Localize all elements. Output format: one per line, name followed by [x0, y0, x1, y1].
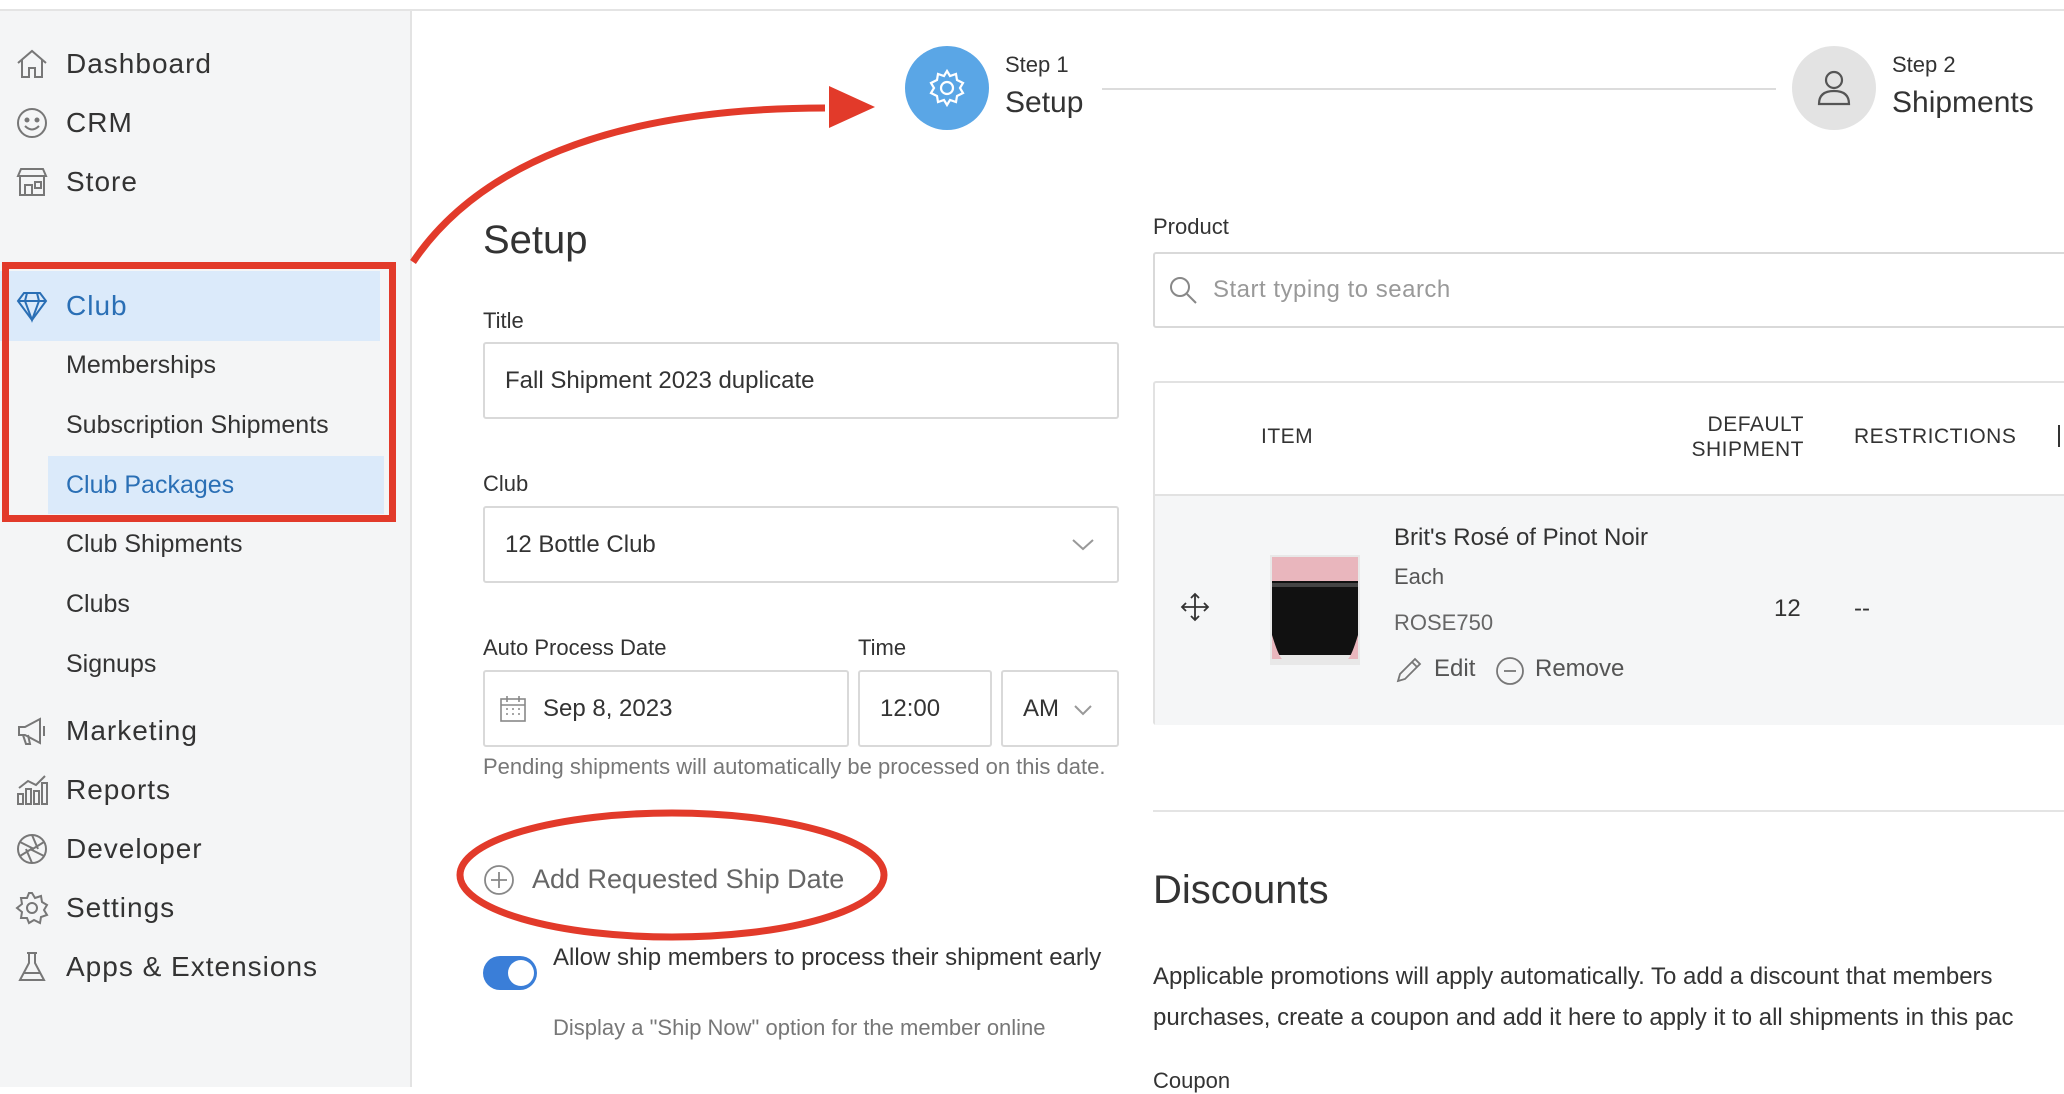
remove-link[interactable]: Remove [1535, 655, 1624, 683]
sidebar-item-store[interactable]: Store [0, 147, 410, 217]
discounts-description-line: Applicable promotions will apply automat… [1153, 963, 1993, 990]
column-header-item: ITEM [1261, 425, 1314, 448]
restrictions-value: -- [1854, 595, 1870, 622]
date-hint: Pending shipments will automatically be … [483, 754, 1106, 779]
ampm-select[interactable] [1001, 670, 1119, 747]
column-header-default-shipment: DEFAULT [1707, 413, 1804, 436]
ampm-select-value: AM [1023, 695, 1059, 722]
step-2-indicator[interactable] [1792, 46, 1876, 130]
sidebar-item-label: Store [66, 166, 138, 197]
stepper-connector [1102, 88, 1776, 90]
product-label: Product [1153, 214, 1229, 239]
home-icon [17, 49, 47, 78]
title-input-value: Fall Shipment 2023 duplicate [505, 367, 815, 394]
sidebar-item-label: Developer [66, 833, 203, 864]
time-input-value: 12:00 [880, 695, 941, 722]
minus-circle-icon[interactable] [1495, 656, 1525, 686]
chevron-down-icon [1072, 539, 1094, 551]
product-name: Brit's Rosé of Pinot Noir [1394, 524, 1649, 551]
drag-move-icon[interactable] [1180, 592, 1210, 622]
column-header-restrictions: RESTRICTIONS [1854, 425, 2017, 448]
sidebar: Dashboard CRM Store Club Memberships Sub… [0, 11, 412, 1087]
setup-heading: Setup [483, 218, 588, 262]
step-2-number: Step 2 [1892, 52, 1956, 77]
sidebar-subitem-club-shipments[interactable]: Club Shipments [66, 530, 242, 559]
title-label: Title [483, 308, 524, 333]
calendar-icon [500, 696, 526, 722]
auto-process-date-value: Sep 8, 2023 [543, 695, 673, 722]
annotation-highlight-box [2, 262, 396, 522]
sidebar-item-label: Dashboard [66, 48, 212, 79]
storefront-icon [16, 168, 48, 196]
ship-early-toggle-hint: Display a "Ship Now" option for the memb… [553, 1015, 1046, 1040]
pencil-icon[interactable] [1394, 655, 1424, 685]
club-select-value: 12 Bottle Club [505, 531, 656, 558]
aperture-icon [17, 834, 47, 864]
sidebar-item-label: Reports [66, 774, 172, 805]
smiley-icon [17, 108, 47, 138]
discounts-description: Applicable promotions will apply automat… [1153, 956, 2064, 1038]
step-2-title: Shipments [1892, 86, 2034, 119]
top-border [0, 0, 2064, 11]
sidebar-subitem-clubs[interactable]: Clubs [66, 590, 130, 619]
step-1-number: Step 1 [1005, 52, 1069, 77]
annotation-arrow [410, 86, 875, 264]
section-divider [1153, 810, 2064, 812]
gear-icon [929, 68, 965, 108]
discounts-heading: Discounts [1153, 868, 1329, 912]
annotation-ellipse [456, 809, 888, 941]
megaphone-icon [18, 717, 45, 745]
product-search-placeholder: Start typing to search [1213, 276, 1451, 303]
step-1-title: Setup [1005, 86, 1084, 119]
club-label: Club [483, 471, 529, 496]
sidebar-item-apps-extensions[interactable]: Apps & Extensions [0, 932, 410, 1002]
time-label: Time [858, 635, 907, 660]
user-icon [1817, 70, 1851, 106]
product-thumbnail [1270, 555, 1360, 665]
step-1-indicator[interactable] [905, 46, 989, 130]
ship-early-toggle[interactable] [483, 956, 537, 990]
sidebar-item-label: Marketing [66, 715, 198, 746]
toggle-knob [508, 960, 534, 986]
sidebar-subitem-signups[interactable]: Signups [66, 650, 156, 679]
coupon-label: Coupon [1153, 1068, 1231, 1093]
column-header-cutoff [2058, 425, 2060, 447]
edit-link[interactable]: Edit [1434, 655, 1475, 683]
sidebar-item-label: CRM [66, 107, 133, 138]
default-shipment-quantity: 12 [1774, 595, 1801, 622]
product-unit: Each [1394, 564, 1445, 589]
discounts-description-line: purchases, create a coupon and add it he… [1153, 1004, 2014, 1031]
sidebar-item-label: Settings [66, 892, 176, 923]
auto-process-date-label: Auto Process Date [483, 635, 667, 660]
search-icon [1170, 277, 1197, 304]
ship-early-toggle-label: Allow ship members to process their ship… [553, 944, 1102, 971]
sidebar-item-label: Apps & Extensions [66, 951, 319, 982]
product-sku: ROSE750 [1394, 610, 1494, 635]
chevron-down-icon [1074, 705, 1092, 716]
bar-chart-icon [17, 775, 48, 805]
gear-icon [15, 892, 49, 925]
flask-icon [18, 952, 46, 981]
column-header-default-shipment: SHIPMENT [1691, 438, 1804, 461]
